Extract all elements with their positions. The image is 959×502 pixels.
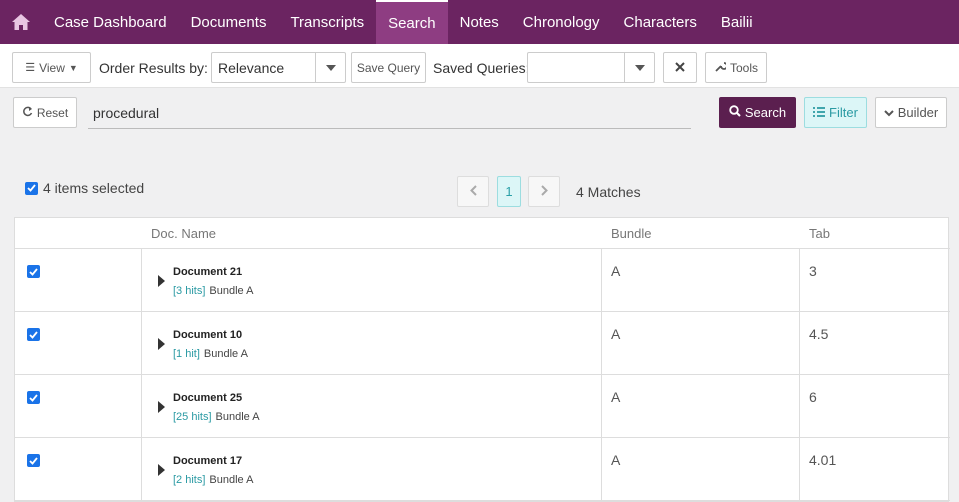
expand-arrow-icon[interactable]	[158, 464, 165, 476]
bundle-cell: A	[611, 452, 621, 468]
bundle-label: Bundle A	[203, 348, 248, 360]
results-table: Doc. Name Bundle Tab Document 21 [3 hits…	[14, 217, 950, 502]
nav-characters[interactable]: Characters	[612, 0, 709, 44]
reset-button[interactable]: Reset	[13, 97, 77, 128]
row-checkbox[interactable]	[27, 391, 40, 404]
tab-cell: 4.5	[809, 326, 829, 342]
hits-link[interactable]: [2 hits]	[173, 474, 205, 486]
nav-notes[interactable]: Notes	[448, 0, 511, 44]
doc-hits: [2 hits] Bundle A	[173, 474, 253, 486]
table-row[interactable]: Document 25 [25 hits] Bundle A A 6	[15, 375, 950, 438]
caret-down-icon	[315, 53, 345, 82]
order-value: Relevance	[218, 59, 285, 76]
home-icon[interactable]	[0, 0, 42, 44]
prev-page-button[interactable]	[457, 176, 489, 207]
bundle-header[interactable]: Bundle	[611, 226, 651, 241]
builder-button[interactable]: Builder	[875, 97, 947, 128]
table-row[interactable]: Document 10 [1 hit] Bundle A A 4.5	[15, 312, 950, 375]
doc-hits: [3 hits] Bundle A	[173, 285, 253, 297]
builder-label: Builder	[897, 105, 939, 120]
hits-link[interactable]: [3 hits]	[173, 285, 205, 297]
bundle-cell: A	[611, 326, 621, 342]
chevron-left-icon	[469, 184, 477, 199]
search-input[interactable]	[88, 97, 691, 129]
refresh-icon	[22, 106, 33, 120]
hits-link[interactable]: [1 hit]	[173, 348, 200, 360]
order-select[interactable]: Relevance	[211, 52, 346, 83]
caret-down-icon	[624, 53, 654, 82]
chevron-down-icon	[884, 105, 894, 120]
expand-arrow-icon[interactable]	[158, 338, 165, 350]
search-button[interactable]: Search	[719, 97, 796, 128]
nav-case-dashboard[interactable]: Case Dashboard	[42, 0, 179, 44]
clear-query-button[interactable]	[663, 52, 697, 83]
row-checkbox[interactable]	[27, 265, 40, 278]
doc-hits: [1 hit] Bundle A	[173, 348, 248, 360]
tab-header[interactable]: Tab	[809, 226, 830, 241]
hits-link[interactable]: [25 hits]	[173, 411, 212, 423]
chevron-right-icon	[540, 184, 548, 199]
tools-label: Tools	[729, 60, 758, 75]
doc-name-header[interactable]: Doc. Name	[151, 226, 216, 241]
table-row[interactable]: Document 21 [3 hits] Bundle A A 3	[15, 249, 950, 312]
caret-down-icon: ▼	[68, 62, 78, 73]
next-page-button[interactable]	[528, 176, 560, 207]
row-checkbox[interactable]	[27, 328, 40, 341]
bundle-label: Bundle A	[209, 285, 254, 297]
doc-name[interactable]: Document 17	[173, 455, 242, 467]
doc-name[interactable]: Document 25	[173, 392, 242, 404]
order-label: Order Results by:	[99, 60, 208, 76]
close-icon	[675, 61, 685, 75]
view-button[interactable]: ☰ View ▼	[12, 52, 91, 83]
matches-count: 4 Matches	[576, 184, 641, 200]
tab-cell: 4.01	[809, 452, 837, 468]
nav-chronology[interactable]: Chronology	[511, 0, 612, 44]
bundle-label: Bundle A	[209, 474, 254, 486]
saved-queries-label: Saved Queries:	[433, 60, 530, 76]
list-icon: ☰	[25, 62, 36, 74]
nav-transcripts[interactable]: Transcripts	[278, 0, 376, 44]
expand-arrow-icon[interactable]	[158, 401, 165, 413]
tab-cell: 3	[809, 263, 817, 279]
magnifier-icon	[729, 105, 741, 120]
search-label: Search	[744, 105, 787, 120]
doc-name[interactable]: Document 21	[173, 266, 242, 278]
nav-bailii[interactable]: Bailii	[709, 0, 765, 44]
filter-button[interactable]: Filter	[804, 97, 867, 128]
reset-label: Reset	[36, 105, 69, 120]
selection-text: 4 items selected	[43, 180, 145, 196]
expand-arrow-icon[interactable]	[158, 275, 165, 287]
tab-cell: 6	[809, 389, 817, 405]
selection-summary: 4 items selected	[25, 180, 144, 196]
tools-button[interactable]: Tools	[705, 52, 767, 83]
view-label: View	[39, 60, 65, 75]
nav-documents[interactable]: Documents	[179, 0, 279, 44]
nav-search[interactable]: Search	[376, 0, 448, 44]
top-nav: Case Dashboard Documents Transcripts Sea…	[0, 0, 959, 44]
bundle-cell: A	[611, 263, 621, 279]
bundle-label: Bundle A	[215, 411, 260, 423]
doc-name[interactable]: Document 10	[173, 329, 242, 341]
list-icon	[813, 105, 826, 120]
select-all-checkbox[interactable]	[25, 181, 38, 195]
table-row[interactable]: Document 17 [2 hits] Bundle A A 4.01	[15, 438, 950, 501]
row-checkbox[interactable]	[27, 454, 40, 467]
save-query-button[interactable]: Save Query	[351, 52, 426, 83]
page-number[interactable]: 1	[497, 176, 521, 207]
bundle-cell: A	[611, 389, 621, 405]
doc-hits: [25 hits] Bundle A	[173, 411, 260, 423]
table-header: Doc. Name Bundle Tab	[15, 218, 950, 249]
filter-label: Filter	[829, 105, 858, 120]
saved-queries-select[interactable]	[527, 52, 655, 83]
wrench-icon	[714, 60, 728, 75]
